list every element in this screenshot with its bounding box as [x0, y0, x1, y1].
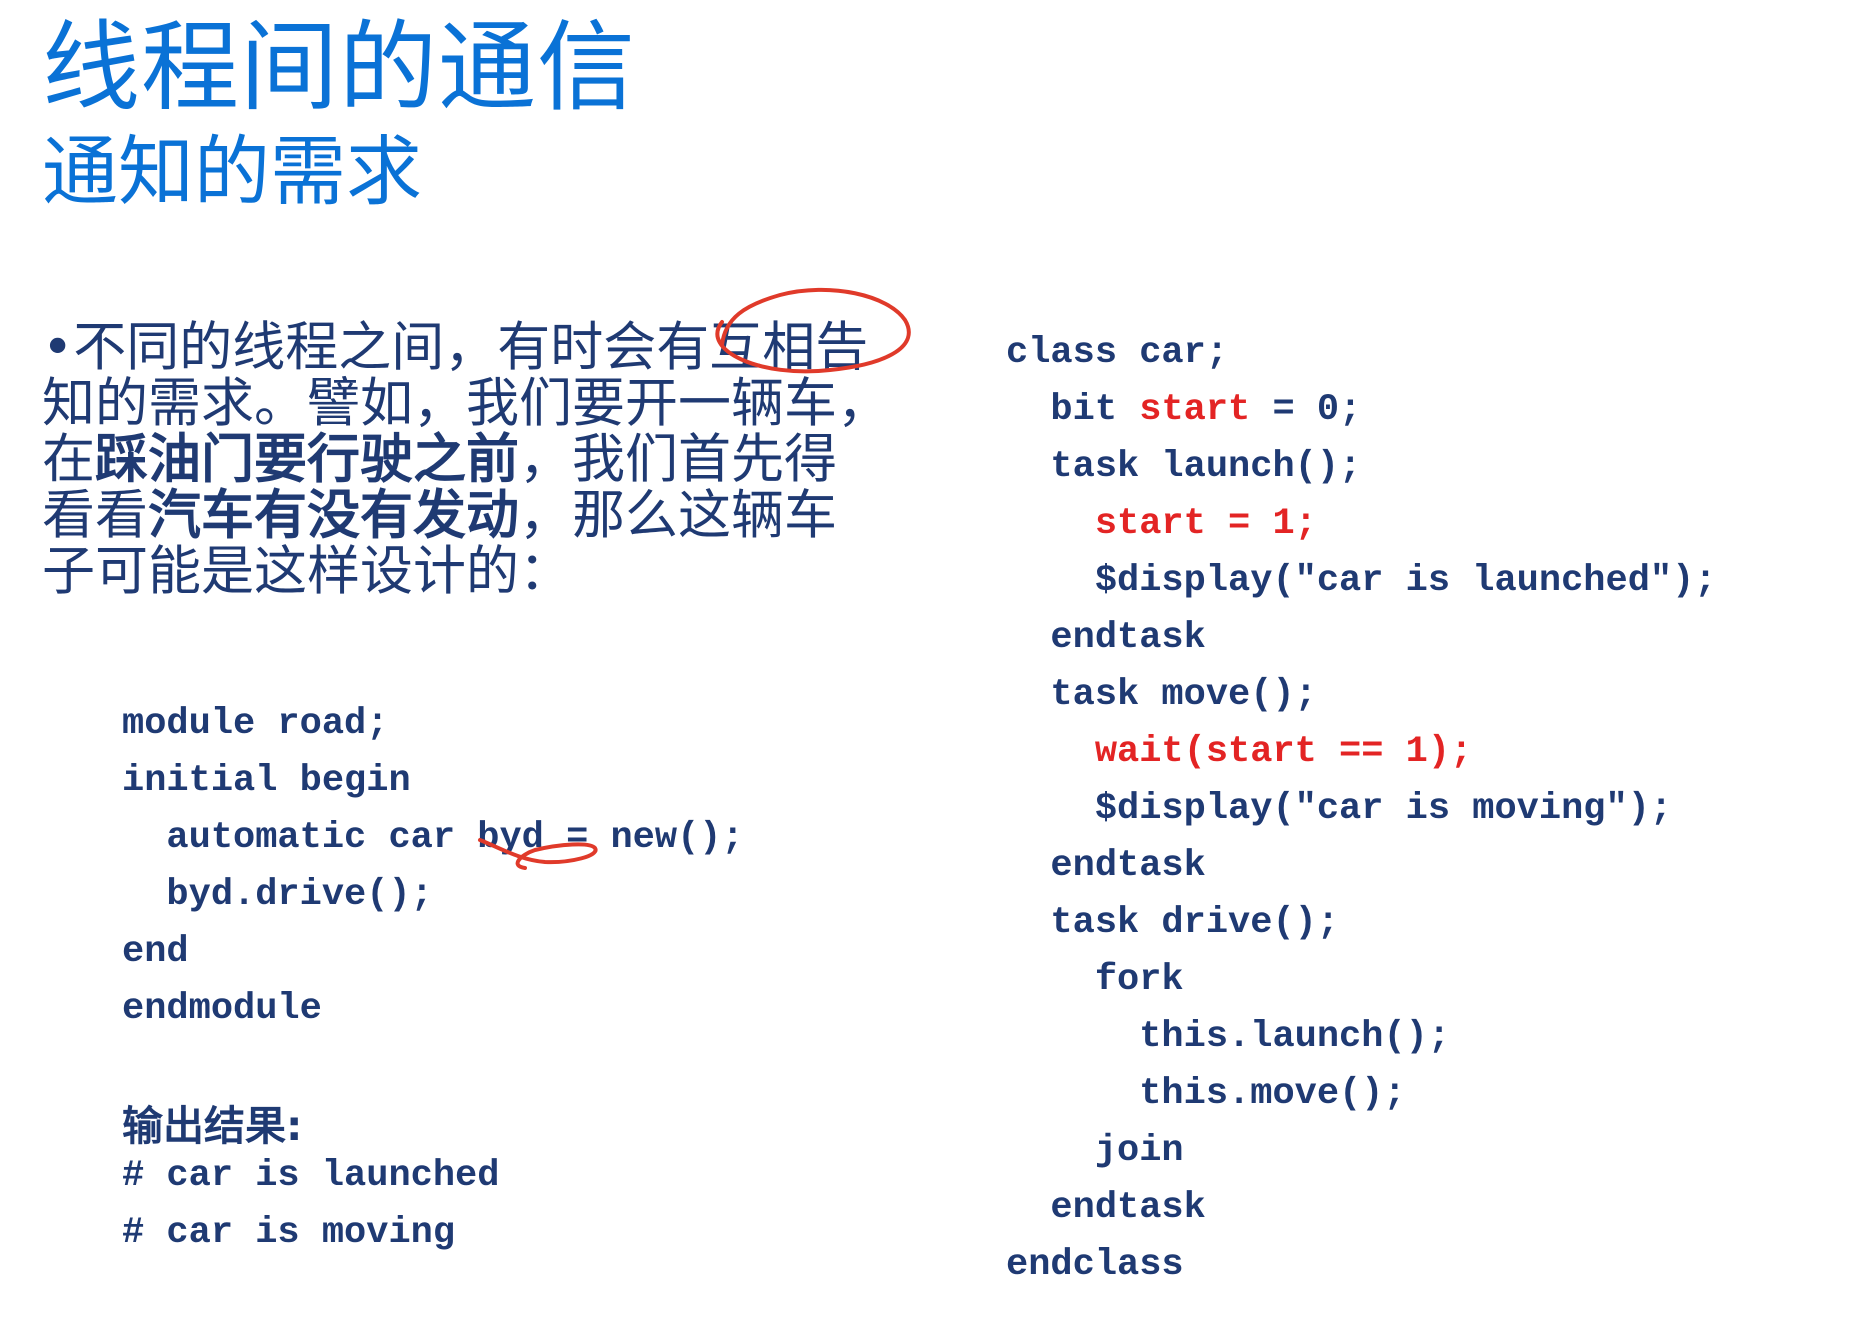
intro-line-5: 子可能是这样设计的：: [42, 541, 572, 602]
code-line: byd.drive();: [122, 874, 433, 916]
highlight-start: start: [1139, 389, 1251, 431]
code-line-highlight: wait(start == 1);: [1006, 731, 1473, 773]
code-line: automatic car byd = new();: [122, 817, 744, 859]
code-line: module road;: [122, 703, 389, 745]
intro-paragraph: •不同的线程之间，有时会有互相告 知的需求。譬如，我们要开一辆车， 在踩油门要行…: [42, 320, 942, 600]
code-line: endtask: [1006, 617, 1206, 659]
code-line: endtask: [1006, 845, 1206, 887]
emphasis-accelerate: 踩油门要行驶之前: [95, 429, 519, 490]
code-line: end: [122, 931, 189, 973]
bullet: •: [42, 317, 74, 378]
output-label: 输出结果:: [122, 1102, 303, 1150]
code-line: fork: [1006, 959, 1184, 1001]
code-line: $display("car is moving");: [1006, 788, 1673, 830]
code-line: endmodule: [122, 988, 322, 1030]
code-line: bit start = 0;: [1006, 389, 1362, 431]
slide-title: 线程间的通信: [42, 11, 637, 125]
slide-subtitle: 通知的需求: [42, 127, 422, 216]
code-line: endtask: [1006, 1187, 1206, 1229]
output-line: # car is moving: [122, 1212, 456, 1254]
code-line: task drive();: [1006, 902, 1340, 944]
module-code-block: module road; initial begin automatic car …: [122, 696, 744, 1038]
intro-line-1: •不同的线程之间，有时会有互相告: [42, 317, 869, 378]
code-line: join: [1006, 1130, 1184, 1172]
code-line-highlight: start = 1;: [1006, 503, 1317, 545]
code-line: class car;: [1006, 332, 1229, 374]
code-line: task launch();: [1006, 446, 1362, 488]
output-block: # car is launched # car is moving: [122, 1148, 499, 1262]
code-line: this.launch();: [1006, 1016, 1451, 1058]
emphasis-started: 汽车有没有发动: [148, 485, 519, 546]
intro-line-2: 知的需求。譬如，我们要开一辆车，: [42, 373, 890, 434]
class-code-block: class car; bit start = 0; task launch();…: [1006, 325, 1717, 1294]
code-line: task move();: [1006, 674, 1317, 716]
output-line: # car is launched: [122, 1155, 500, 1197]
intro-line-4: 看看汽车有没有发动，那么这辆车: [42, 485, 837, 546]
code-line: $display("car is launched");: [1006, 560, 1717, 602]
intro-line-3: 在踩油门要行驶之前，我们首先得: [42, 429, 837, 490]
code-line: initial begin: [122, 760, 411, 802]
code-line: endclass: [1006, 1244, 1184, 1286]
code-line: this.move();: [1006, 1073, 1406, 1115]
